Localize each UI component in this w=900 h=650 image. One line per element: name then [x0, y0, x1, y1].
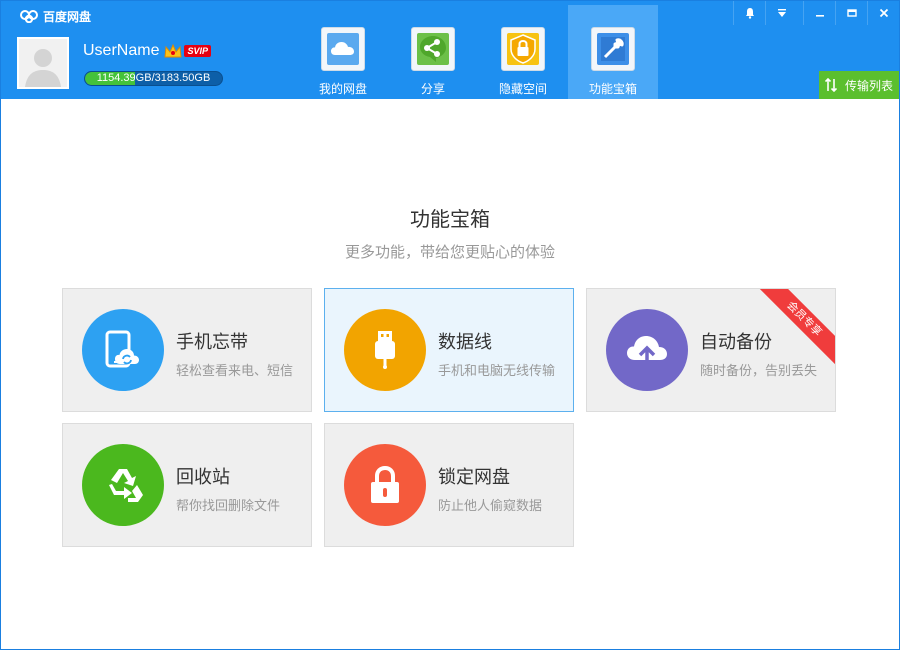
recycle-icon — [82, 444, 164, 526]
bell-icon[interactable] — [733, 1, 765, 25]
baidu-cloud-logo-icon — [20, 10, 38, 23]
card-title: 回收站 — [176, 467, 230, 488]
app-title-text: 百度网盘 — [43, 9, 92, 24]
tab-toolbox-label: 功能宝箱 — [588, 82, 637, 96]
svip-badge[interactable]: SVIP — [184, 45, 211, 57]
card-desc: 随时备份，告别丢失 — [700, 364, 818, 379]
tab-share-label: 分享 — [420, 82, 445, 96]
transfer-arrows-icon — [824, 78, 837, 92]
cloud-icon — [321, 27, 365, 71]
default-avatar-icon — [19, 39, 67, 87]
card-desc: 帮你找回删除文件 — [176, 499, 281, 514]
quota-total: GB/3183.50GB — [135, 72, 211, 84]
lock-shield-icon — [501, 27, 545, 71]
card-title: 锁定网盘 — [438, 467, 510, 488]
crown-icon — [164, 43, 183, 58]
app-title: 百度网盘 — [19, 7, 91, 25]
tab-my-disk-label: 我的网盘 — [318, 82, 367, 96]
cloud-upload-icon — [606, 309, 688, 391]
user-info: UserName SVIP — [83, 42, 211, 60]
lock-icon — [344, 444, 426, 526]
quota-bar: 1154.39GB/3183.50GB — [84, 71, 223, 86]
window-controls — [733, 1, 899, 25]
card-title: 手机忘带 — [176, 332, 248, 353]
dropdown-icon[interactable] — [765, 1, 797, 25]
transfer-list-button[interactable]: 传输列表 — [819, 71, 899, 99]
card-desc: 手机和电脑无线传输 — [438, 364, 556, 379]
card-data-cable[interactable]: 数据线 手机和电脑无线传输 — [324, 288, 574, 412]
main-nav: 我的网盘 分享 隐藏空间 功能宝箱 — [298, 5, 658, 99]
tab-hidden-space-label: 隐藏空间 — [498, 82, 547, 96]
transfer-list-label: 传输列表 — [844, 78, 893, 93]
card-phone-forgot[interactable]: 手机忘带 轻松查看来电、短信 — [62, 288, 312, 412]
avatar[interactable] — [17, 37, 69, 89]
user-name[interactable]: UserName — [83, 42, 159, 60]
tab-share[interactable]: 分享 — [388, 5, 478, 99]
card-desc: 防止他人偷窥数据 — [438, 499, 543, 514]
card-title: 数据线 — [438, 332, 492, 353]
page-subtitle: 更多功能，带给您更贴心的体验 — [344, 243, 555, 261]
usb-icon — [344, 309, 426, 391]
quota-text: 1154.39GB/3183.50GB — [85, 72, 222, 85]
share-icon — [411, 27, 455, 71]
maximize-icon[interactable] — [835, 1, 867, 25]
page-title: 功能宝箱 — [410, 207, 490, 231]
app-window: 百度网盘 UserName SVIP 1154.39GB/3183.50GB 我… — [0, 0, 900, 650]
card-lock-disk[interactable]: 锁定网盘 防止他人偷窥数据 — [324, 423, 574, 547]
tab-toolbox[interactable]: 功能宝箱 — [568, 5, 658, 99]
quota-used: 1154.39 — [96, 72, 136, 84]
phone-sync-icon — [82, 309, 164, 391]
card-desc: 轻松查看来电、短信 — [176, 364, 294, 379]
toolbox-icon — [591, 27, 635, 71]
minimize-icon[interactable] — [803, 1, 835, 25]
header-bar: 百度网盘 UserName SVIP 1154.39GB/3183.50GB 我… — [1, 1, 899, 99]
card-auto-backup[interactable]: 自动备份 随时备份，告别丢失 会员专享 — [586, 288, 836, 412]
tab-my-disk[interactable]: 我的网盘 — [298, 5, 388, 99]
close-icon[interactable] — [867, 1, 899, 25]
card-title: 自动备份 — [700, 332, 772, 353]
card-recycle-bin[interactable]: 回收站 帮你找回删除文件 — [62, 423, 312, 547]
tab-hidden-space[interactable]: 隐藏空间 — [478, 5, 568, 99]
